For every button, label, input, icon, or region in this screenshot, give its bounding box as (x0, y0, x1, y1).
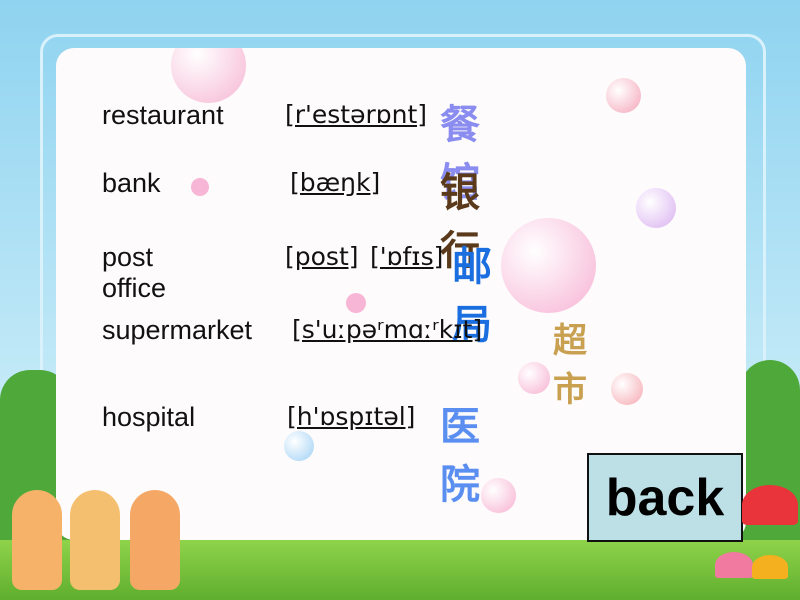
mushroom (752, 555, 788, 579)
phonetic: [h'ɒspɪtəl] (287, 402, 416, 431)
bubble (191, 178, 209, 196)
phonetic: [r'estərɒnt] (285, 100, 428, 129)
phonetic: [s'uːpəʳmɑːʳkɪt] (292, 315, 483, 344)
bubble (501, 218, 596, 313)
chinese-translation: 医院 (440, 404, 480, 508)
phonetic: [bæŋk] (290, 168, 381, 197)
phonetic: ['ɒfɪs] (370, 242, 444, 271)
bubble (284, 431, 314, 461)
cartoon-child (12, 490, 62, 590)
cartoon-child (130, 490, 180, 590)
bubble (606, 78, 641, 113)
back-button[interactable]: back (587, 453, 743, 542)
grass (0, 540, 800, 600)
cartoon-child (70, 490, 120, 590)
word: supermarket (102, 315, 253, 345)
bubble (636, 188, 676, 228)
mushroom (742, 485, 798, 525)
word: post office (102, 242, 167, 303)
word: hospital (102, 402, 196, 432)
bubble (518, 362, 550, 394)
word: bank (102, 168, 161, 198)
word: restaurant (102, 100, 224, 130)
bubble (611, 373, 643, 405)
bubble (481, 478, 516, 513)
bubble (171, 48, 246, 103)
chinese-translation: 超市 (553, 321, 587, 410)
phonetic: [post] (285, 242, 359, 271)
bubble (346, 293, 366, 313)
mushroom (715, 552, 753, 578)
tree-right (740, 360, 800, 560)
